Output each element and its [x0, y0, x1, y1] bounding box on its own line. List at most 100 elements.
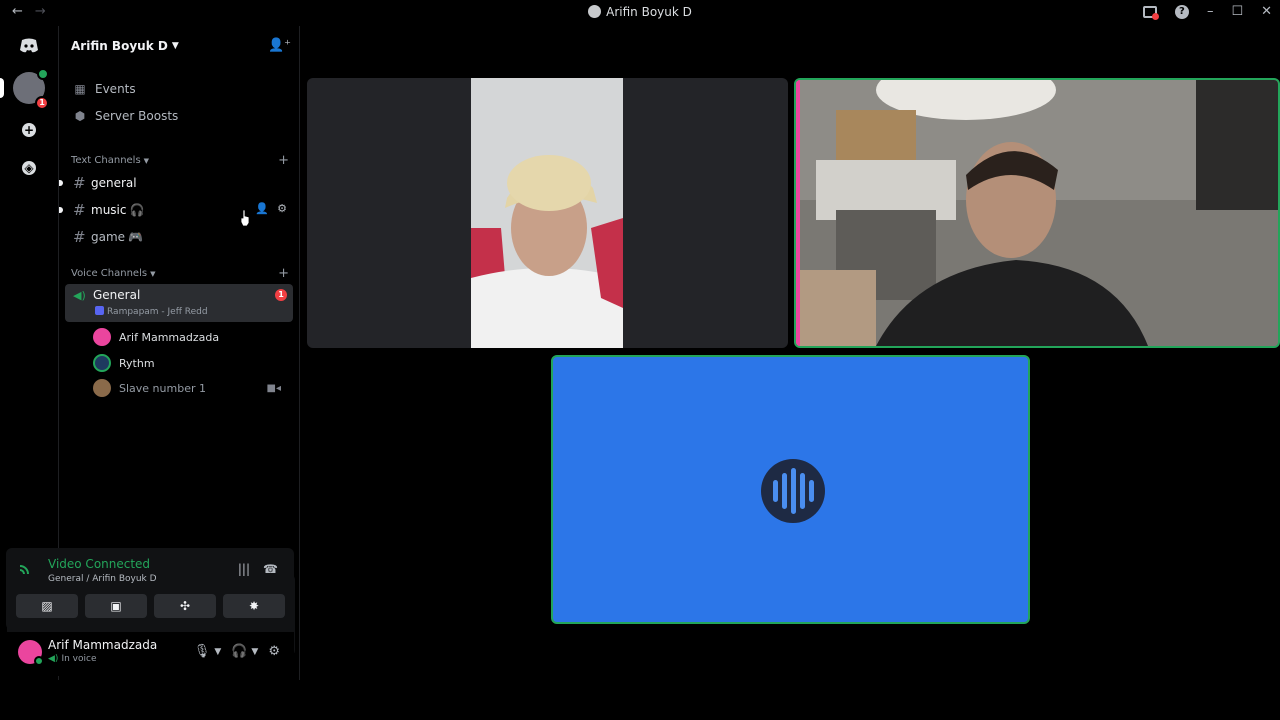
inbox-icon[interactable] [1142, 5, 1159, 20]
sidebar-item-label: Server Boosts [95, 109, 179, 123]
channel-emoji: 🎮 [128, 230, 143, 244]
unread-indicator [59, 207, 63, 213]
speaking-indicator [796, 80, 800, 346]
voice-user[interactable]: Arif Mammadzada [93, 326, 293, 348]
gear-icon[interactable]: ⚙ [277, 202, 287, 215]
voice-status[interactable]: Video Connected [48, 557, 150, 571]
video-camera-icon: ■◂ [266, 382, 281, 394]
server-header[interactable]: Arifin Boyuk D ▼ 👤⁺ [59, 26, 301, 66]
voice-user-name: Slave number 1 [119, 381, 206, 395]
avatar [93, 354, 111, 372]
discord-home-button[interactable] [13, 30, 45, 62]
channel-game[interactable]: # game 🎮 [67, 226, 293, 248]
calendar-icon: ▦ [74, 82, 86, 96]
sidebar-item-events[interactable]: ▦ Events [67, 78, 293, 100]
headphones-icon[interactable]: 🎧 [231, 644, 247, 659]
activity-text: Rampapam - Jeff Redd [107, 307, 208, 317]
sidebar-item-label: Events [95, 82, 136, 96]
category-voice-channels[interactable]: Voice Channels ▼ + [71, 266, 289, 281]
boost-icon: ⬢ [74, 109, 86, 123]
microphone-icon[interactable]: 🎙 [194, 644, 211, 659]
user-panel: Arif Mammadzada ◀) In voice 🎙 ▼ 🎧 ▼ ⚙ [6, 632, 294, 676]
window-controls: ? – ☐ ✕ [1142, 4, 1272, 20]
invite-icon[interactable]: 👤 [255, 202, 269, 215]
compass-icon: ◈ [22, 161, 36, 175]
window-title-text: Arifin Boyuk D [606, 5, 692, 19]
category-label: Text Channels [71, 155, 141, 166]
speaker-icon: ◀) [73, 289, 86, 302]
unread-indicator [59, 180, 63, 186]
create-channel-icon[interactable]: + [278, 153, 289, 168]
activities-icon: ✣ [179, 599, 191, 613]
voice-actions: ▨ ▣ ✣ ✸ [16, 594, 285, 618]
channel-name: game [91, 230, 126, 244]
person-in-cap-image [471, 78, 623, 348]
logo-bar [781, 473, 787, 509]
add-server-button[interactable]: + [13, 114, 45, 146]
avatar [93, 379, 111, 397]
screen-share-icon: ▣ [110, 599, 122, 613]
gear-icon[interactable]: ⚙ [268, 644, 280, 659]
noise-suppression-icon[interactable]: ||| [238, 562, 250, 576]
server-mention-badge: 1 [35, 96, 49, 110]
user-name[interactable]: Arif Mammadzada [48, 638, 157, 652]
help-icon[interactable]: ? [1174, 4, 1189, 19]
avatar[interactable] [18, 640, 44, 666]
voice-user-name: Rythm [119, 356, 155, 370]
voice-channel-general[interactable]: ◀) General 1 Rampapam - Jeff Redd [65, 284, 293, 322]
hashtag-icon: # [73, 174, 86, 192]
channel-name: music [91, 203, 127, 217]
channel-general[interactable]: # general [59, 172, 293, 194]
connection-signal-icon [19, 565, 29, 575]
title-bar: ← → Arifin Boyuk D ? – ☐ ✕ [0, 0, 1280, 26]
voice-active-dot [37, 68, 49, 80]
voice-user[interactable]: Slave number 1 ■◂ [93, 377, 293, 399]
voice-channel-badge: 1 [275, 289, 287, 301]
selected-server-pill [0, 78, 4, 98]
activities-button[interactable]: ✣ [154, 594, 216, 618]
chevron-down-icon: ▼ [143, 156, 150, 165]
channel-emoji: 🎧 [129, 203, 145, 217]
video-tile-user-1[interactable] [307, 78, 788, 348]
rythm-logo-icon [761, 459, 825, 523]
soundboard-icon: ✸ [248, 599, 260, 613]
sidebar-item-server-boosts[interactable]: ⬢ Server Boosts [67, 105, 293, 127]
server-icon-arifin[interactable]: 1 [13, 68, 49, 110]
user-status: ◀) In voice [48, 654, 96, 664]
disconnect-icon[interactable]: ☎ [263, 562, 278, 576]
channel-music[interactable]: # music 🎧 👤 ⚙ [59, 199, 293, 221]
close-icon[interactable]: ✕ [1261, 4, 1272, 19]
channel-tools: 👤 ⚙ [255, 202, 287, 215]
discord-logo-icon [20, 38, 38, 53]
user-status-text: In voice [61, 654, 97, 664]
soundboard-button[interactable]: ✸ [223, 594, 285, 618]
signal-icon[interactable] [18, 562, 38, 582]
logo-bar [790, 468, 796, 514]
chevron-down-icon[interactable]: ▼ [214, 647, 221, 657]
maximize-icon[interactable]: ☐ [1231, 4, 1243, 19]
online-status-dot [34, 656, 44, 666]
minimize-icon[interactable]: – [1207, 4, 1214, 19]
chevron-down-icon: ▼ [150, 269, 156, 278]
voice-location[interactable]: General / Arifin Boyuk D [48, 574, 157, 584]
category-label: Voice Channels [71, 268, 148, 279]
category-text-channels[interactable]: Text Channels ▼ + [71, 153, 289, 168]
logo-bar [808, 480, 814, 502]
camera-off-button[interactable]: ▨ [16, 594, 78, 618]
server-avatar-icon [588, 5, 602, 18]
avatar [93, 328, 111, 346]
chevron-down-icon[interactable]: ▼ [251, 647, 258, 657]
person-in-room-image [796, 80, 1278, 346]
invite-people-icon[interactable]: 👤⁺ [268, 38, 291, 53]
hashtag-icon: # [73, 201, 86, 219]
create-channel-icon[interactable]: + [278, 266, 289, 281]
mouse-cursor-icon [240, 210, 250, 226]
hashtag-icon: # [73, 228, 86, 246]
video-tile-rythm-bot[interactable] [551, 355, 1030, 624]
video-tile-user-2[interactable] [794, 78, 1280, 348]
camera-off-icon: ▨ [41, 599, 53, 613]
share-screen-button[interactable]: ▣ [85, 594, 147, 618]
explore-servers-button[interactable]: ◈ [13, 152, 45, 184]
voice-user[interactable]: Rythm [93, 352, 293, 374]
voice-activity: Rampapam - Jeff Redd [95, 306, 208, 317]
